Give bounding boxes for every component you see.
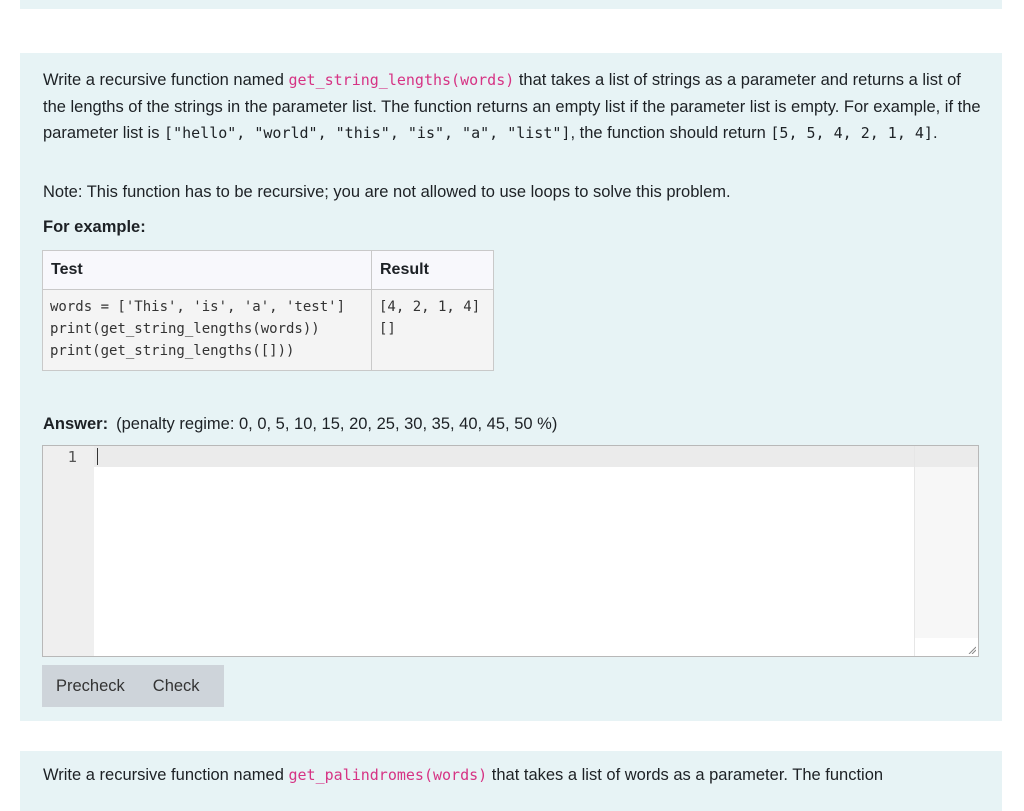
active-line-highlight	[94, 446, 978, 467]
answer-label: Answer:	[43, 415, 109, 433]
table-row: words = ['This', 'is', 'a', 'test'] prin…	[42, 289, 494, 371]
table-header-row: Test Result	[42, 250, 494, 290]
end-text: .	[932, 124, 938, 142]
test-cell: words = ['This', 'is', 'a', 'test'] prin…	[42, 289, 372, 371]
precheck-button[interactable]: Precheck	[42, 665, 139, 707]
mid-text: , the function should return	[570, 124, 771, 142]
penalty-regime: (penalty regime: 0, 0, 5, 10, 15, 20, 25…	[116, 415, 558, 433]
print-margin-area	[915, 467, 978, 638]
next-question-panel: Write a recursive function named get_pal…	[20, 751, 1002, 811]
example-list: ["hello", "world", "this", "is", "a", "l…	[164, 124, 571, 142]
function-signature: get_string_lengths(words)	[288, 71, 515, 89]
recursion-note: Note: This function has to be recursive;…	[43, 183, 731, 201]
column-header-test: Test	[42, 250, 372, 290]
next-question-text: Write a recursive function named get_pal…	[43, 766, 883, 785]
examples-table: Test Result words = ['This', 'is', 'a', …	[42, 250, 494, 371]
example-result: [5, 5, 4, 2, 1, 4]	[770, 124, 933, 142]
column-header-result: Result	[371, 250, 494, 290]
q2-function-signature: get_palindromes(words)	[288, 766, 488, 784]
question-text: Write a recursive function named get_str…	[43, 67, 983, 147]
previous-question-panel	[20, 0, 1002, 9]
for-example-heading: For example:	[43, 218, 146, 236]
question-panel: Write a recursive function named get_str…	[20, 53, 1002, 721]
resize-handle-icon[interactable]	[968, 646, 976, 654]
q2-intro-prefix: Write a recursive function named	[43, 766, 289, 784]
code-editor[interactable]: 1	[42, 445, 979, 657]
q2-intro-rest: that takes a list of words as a paramete…	[487, 766, 884, 784]
line-number-gutter: 1	[43, 446, 94, 656]
line-number: 1	[67, 448, 77, 466]
intro-prefix: Write a recursive function named	[43, 71, 289, 89]
action-buttons: Precheck Check	[42, 665, 224, 707]
check-button[interactable]: Check	[139, 665, 214, 707]
answer-label-row: Answer: (penalty regime: 0, 0, 5, 10, 15,…	[43, 415, 557, 434]
text-cursor	[97, 448, 98, 465]
result-cell: [4, 2, 1, 4] []	[371, 289, 494, 371]
